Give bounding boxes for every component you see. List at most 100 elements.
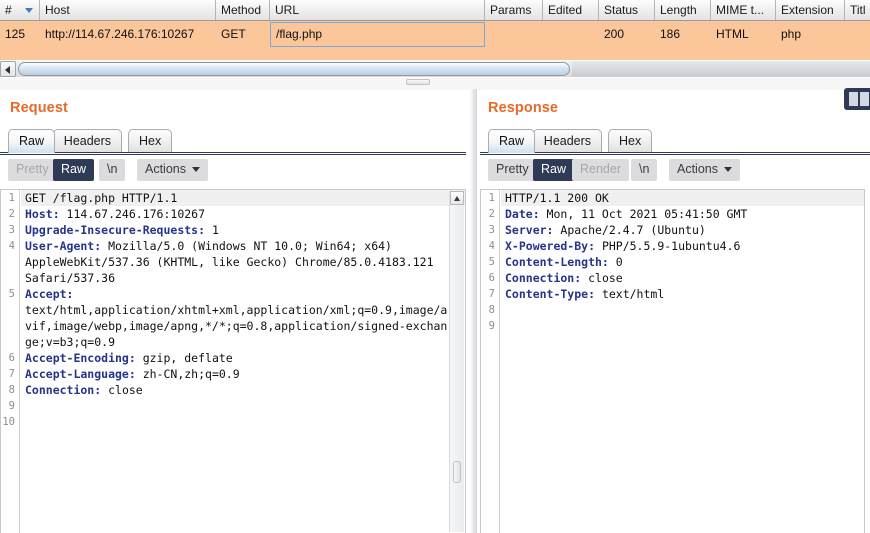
horizontal-scroll-thumb[interactable]: [18, 62, 570, 76]
column-header-[interactable]: #: [0, 0, 40, 20]
column-header-edited[interactable]: Edited: [543, 0, 599, 20]
request-raw-button[interactable]: Raw: [53, 159, 95, 181]
cell-params[interactable]: [485, 21, 543, 48]
table-row-partial[interactable]: [0, 48, 870, 60]
request-response-divider[interactable]: [470, 89, 477, 533]
request-tab-raw[interactable]: Raw: [8, 129, 56, 153]
table-horizontal-scrollbar[interactable]: [0, 60, 870, 77]
response-toolbar: Pretty Raw Render \n Actions: [480, 159, 870, 189]
request-tab-headers[interactable]: Headers: [52, 129, 123, 153]
cell-extension[interactable]: php: [776, 21, 845, 48]
cell-url[interactable]: /flag.php: [270, 22, 485, 47]
header-value: close: [101, 383, 143, 397]
header-value: Mozilla/5.0 (Windows NT 10.0; Win64; x64…: [101, 239, 392, 253]
header-value: GET /flag.php HTTP/1.1: [25, 191, 178, 205]
vertical-scroll-thumb[interactable]: [453, 461, 461, 483]
response-pretty-button[interactable]: Pretty: [488, 159, 537, 181]
splitter-grip[interactable]: [406, 79, 430, 85]
proxy-history-table: # Host Method URL Params Edited Status Length MI…: [0, 0, 870, 90]
response-render-button[interactable]: Render: [572, 159, 629, 181]
response-actions-button[interactable]: Actions: [669, 159, 740, 181]
column-header-status[interactable]: Status: [599, 0, 655, 20]
header-name: User-Agent:: [25, 239, 102, 253]
code-line: X-Powered-By: PHP/5.5.9-1ubuntu4.6: [501, 238, 864, 254]
cell-status[interactable]: 200: [599, 21, 655, 48]
request-pretty-button[interactable]: Pretty: [8, 159, 57, 181]
code-line: GET /flag.php HTTP/1.1: [21, 190, 465, 206]
header-value: text/html: [595, 287, 665, 301]
request-raw-text[interactable]: GET /flag.php HTTP/1.1 Host: 114.67.246.1…: [21, 190, 465, 533]
code-line: Accept-Language: zh-CN,zh;q=0.9: [21, 366, 465, 382]
response-tab-hex[interactable]: Hex: [608, 129, 653, 153]
header-value: 0: [608, 255, 623, 269]
response-newline-button[interactable]: \n: [631, 159, 658, 181]
column-header-titl[interactable]: Titl: [845, 0, 870, 20]
cell-title[interactable]: [845, 21, 870, 48]
request-actions-button[interactable]: Actions: [137, 159, 208, 181]
header-name: X-Powered-By:: [505, 239, 596, 253]
cell-num[interactable]: 125: [0, 21, 40, 48]
header-name: Connection:: [25, 383, 102, 397]
header-name: Accept-Encoding:: [25, 351, 136, 365]
request-editor[interactable]: 1 2 3 4 5 6 7 8 9 10 GET /flag.php HTTP/1.1 Host: …: [0, 189, 466, 533]
cell-host[interactable]: http://114.67.246.176:10267: [40, 21, 216, 48]
request-toolbar: Pretty Raw \n Actions: [0, 159, 466, 189]
header-value: text/html,application/xhtml+xml,applicat…: [25, 303, 448, 317]
table-header-row: # Host Method URL Params Edited Status Length MI…: [0, 0, 870, 21]
code-line: text/html,application/xhtml+xml,applicat…: [21, 302, 465, 318]
header-value: 1: [205, 223, 219, 237]
response-raw-button[interactable]: Raw: [533, 159, 575, 181]
response-tab-headers[interactable]: Headers: [532, 129, 603, 153]
chevron-down-icon: [724, 167, 732, 173]
code-line: User-Agent: Mozilla/5.0 (Windows NT 10.0…: [21, 238, 465, 254]
header-name: Upgrade-Insecure-Requests:: [25, 223, 206, 237]
header-value: gzip, deflate: [135, 351, 233, 365]
column-header-params[interactable]: Params: [485, 0, 543, 20]
line-number: 6: [488, 272, 495, 284]
cell-length[interactable]: 186: [655, 21, 711, 48]
line-number: 2: [8, 208, 15, 220]
scroll-left-icon[interactable]: [0, 61, 16, 77]
cell-method[interactable]: GET: [216, 21, 270, 48]
line-number: 3: [8, 224, 15, 236]
code-line: Accept:: [21, 286, 465, 302]
split-panes-icon[interactable]: [844, 88, 870, 110]
header-value: 114.67.246.176:10267: [59, 207, 206, 221]
header-value: ge;v=b3;q=0.9: [25, 335, 116, 349]
line-number: 5: [488, 256, 495, 268]
column-header-extension[interactable]: Extension: [776, 0, 845, 20]
request-tab-underline: [0, 152, 466, 155]
cell-mime[interactable]: HTML: [711, 21, 776, 48]
code-line: Safari/537.36: [21, 270, 465, 286]
table-row[interactable]: 125 http://114.67.246.176:10267 GET/flag.p…: [0, 21, 870, 48]
header-name: Connection:: [505, 271, 582, 285]
header-name: Accept-Language:: [25, 367, 136, 381]
header-name: Server:: [505, 223, 554, 237]
request-newline-button[interactable]: \n: [99, 159, 126, 181]
response-tab-raw[interactable]: Raw: [488, 129, 536, 153]
cell-edited[interactable]: [543, 21, 599, 48]
header-value: PHP/5.5.9-1ubuntu4.6: [595, 239, 741, 253]
scroll-up-icon[interactable]: [450, 191, 464, 205]
request-tab-hex[interactable]: Hex: [128, 129, 173, 153]
header-value: HTTP/1.1 200 OK: [505, 191, 609, 205]
horizontal-scroll-track[interactable]: [572, 61, 870, 77]
response-title: Response: [488, 100, 559, 116]
code-line: Content-Type: text/html: [501, 286, 864, 302]
header-name: Host:: [25, 207, 60, 221]
header-value: Apache/2.4.7 (Ubuntu): [553, 223, 706, 237]
request-vertical-scrollbar[interactable]: [449, 191, 464, 532]
response-line-gutter: 1 2 3 4 5 6 7 8 9: [481, 190, 500, 533]
response-raw-text[interactable]: HTTP/1.1 200 OK Date: Mon, 11 Oct 2021 05…: [501, 190, 864, 533]
header-value: vif,image/webp,image/apng,*/*;q=0.8,appl…: [25, 319, 448, 333]
response-editor[interactable]: 123456789 HTTP/1.1 200 OK Date: Mon, 11 O…: [480, 189, 865, 533]
column-header-mimet[interactable]: MIME t...: [711, 0, 776, 20]
column-header-host[interactable]: Host: [40, 0, 216, 20]
column-header-url[interactable]: URL: [270, 0, 485, 20]
column-header-method[interactable]: Method: [216, 0, 270, 20]
column-header-length[interactable]: Length: [655, 0, 711, 20]
line-number: 8: [8, 384, 15, 396]
